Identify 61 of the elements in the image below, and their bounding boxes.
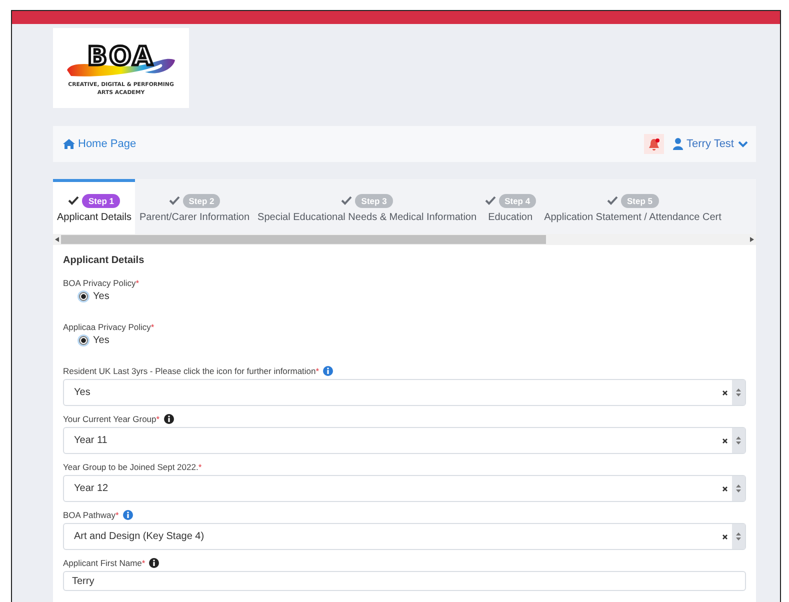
scroll-left-icon[interactable] bbox=[55, 237, 59, 242]
dropdown-arrows[interactable] bbox=[732, 380, 745, 405]
radio-button[interactable] bbox=[79, 292, 88, 301]
tab-label: Applicant Details bbox=[57, 212, 132, 222]
tab-label: Education bbox=[488, 212, 533, 222]
check-icon bbox=[168, 196, 180, 205]
field-label: Applicant First Name* bbox=[63, 558, 146, 568]
clear-icon bbox=[722, 486, 728, 492]
user-menu[interactable]: Terry Test bbox=[672, 138, 748, 150]
step-tab[interactable]: Step 2 Parent/Carer Information bbox=[135, 179, 254, 234]
step-tab[interactable]: Step 3 Special Educational Needs & Medical Information bbox=[254, 179, 481, 234]
select-field[interactable]: Yes bbox=[63, 379, 746, 406]
sort-arrows-icon bbox=[736, 388, 741, 397]
step-badge: Step 5 bbox=[620, 194, 658, 208]
info-icon[interactable] bbox=[164, 414, 174, 424]
field-label: Resident UK Last 3yrs - Please click the icon for further information* bbox=[63, 366, 320, 376]
logo-mark: BOA bbox=[65, 38, 177, 80]
radio-label: Yes bbox=[93, 291, 110, 302]
field-label: Applicaa Privacy Policy* bbox=[63, 322, 154, 332]
dropdown-arrows[interactable] bbox=[732, 524, 745, 549]
horizontal-scrollbar[interactable] bbox=[53, 234, 756, 245]
section-title: Applicant Details bbox=[63, 255, 146, 266]
select-field[interactable]: Year 12 bbox=[63, 475, 746, 502]
dropdown-arrows[interactable] bbox=[732, 428, 745, 453]
tab-label: Special Educational Needs & Medical Information bbox=[258, 212, 477, 222]
step-badge: Step 1 bbox=[82, 194, 120, 208]
sort-arrows-icon bbox=[736, 532, 741, 541]
sort-arrows-icon bbox=[736, 436, 741, 445]
step-badge: Step 4 bbox=[498, 194, 536, 208]
step-tab[interactable]: Step 1 Applicant Details bbox=[53, 179, 136, 234]
field-label: BOA Pathway* bbox=[63, 510, 119, 520]
tab-label: Parent/Carer Information bbox=[139, 212, 250, 222]
step-tab[interactable]: Step 5 Application Statement / Attendance Cert bbox=[540, 179, 726, 234]
home-page-link[interactable]: Home Page bbox=[63, 138, 136, 150]
text-input-field[interactable]: Terry bbox=[63, 571, 746, 591]
check-icon bbox=[68, 196, 80, 205]
clear-icon bbox=[722, 534, 728, 540]
field-label: Year Group to be Joined Sept 2022.* bbox=[63, 462, 202, 472]
field-label: Your Current Year Group* bbox=[63, 414, 160, 424]
select-field[interactable]: Year 11 bbox=[63, 427, 746, 454]
check-icon bbox=[606, 196, 618, 205]
radio-label: Yes bbox=[93, 335, 110, 346]
dropdown-arrows[interactable] bbox=[732, 476, 745, 501]
step-badge: Step 3 bbox=[355, 194, 393, 208]
field-label: BOA Privacy Policy* bbox=[63, 278, 140, 288]
info-icon[interactable] bbox=[149, 558, 160, 568]
home-icon bbox=[63, 139, 75, 149]
clear-icon bbox=[722, 390, 728, 396]
user-icon bbox=[672, 138, 683, 150]
sort-arrows-icon bbox=[736, 484, 741, 493]
clear-icon bbox=[722, 438, 728, 444]
radio-button[interactable] bbox=[79, 336, 88, 345]
tab-label: Application Statement / Attendance Cert bbox=[544, 212, 722, 222]
step-badge: Step 2 bbox=[182, 194, 220, 208]
select-field[interactable]: Art and Design (Key Stage 4) bbox=[63, 523, 746, 550]
step-tab[interactable]: Step 4 Education bbox=[480, 179, 540, 234]
chevron-down-icon bbox=[738, 140, 748, 148]
notification-button[interactable] bbox=[644, 134, 664, 154]
scroll-right-icon[interactable] bbox=[750, 237, 754, 242]
check-icon bbox=[341, 196, 352, 205]
check-icon bbox=[484, 196, 496, 205]
